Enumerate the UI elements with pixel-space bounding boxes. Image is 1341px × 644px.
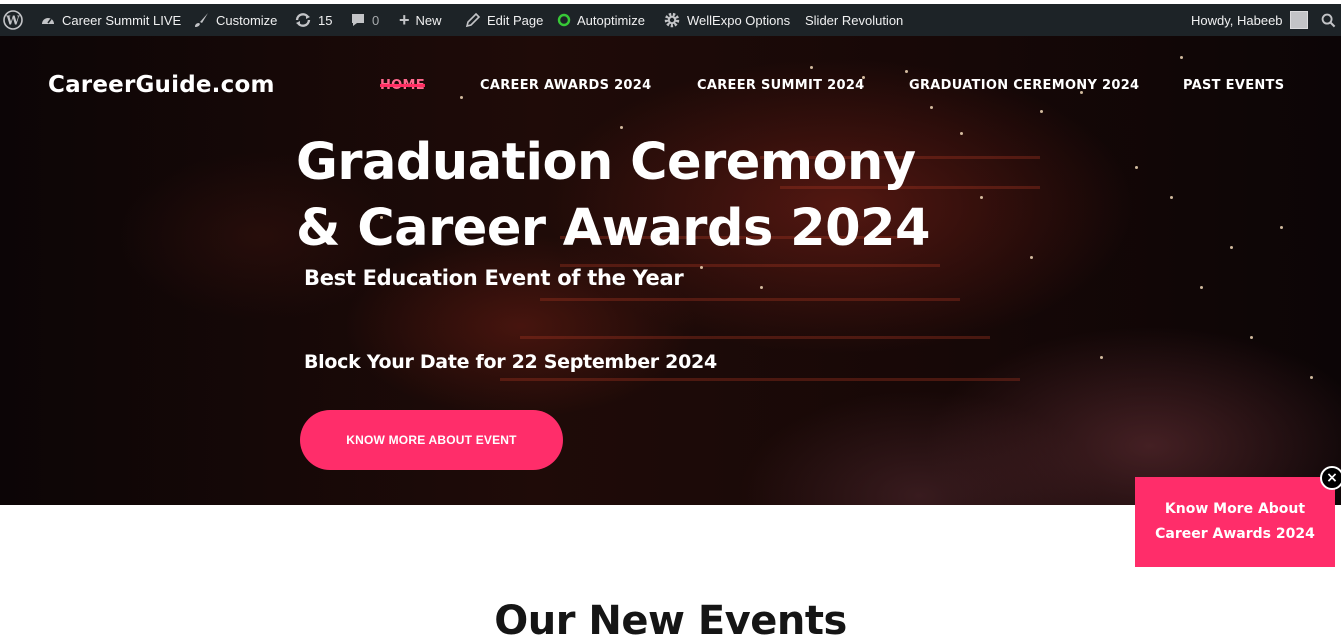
comments-link[interactable]: 0 [350,4,379,36]
hero-title-line1: Graduation Ceremony [296,133,916,192]
comments-count: 0 [372,12,380,28]
plus-icon: + [399,10,410,30]
updates-icon [294,12,312,28]
hero-date-text: Block Your Date for 22 September 2024 [304,351,717,373]
dashboard-icon [40,12,56,28]
popup-line2: Career Awards 2024 [1155,526,1315,542]
comment-icon [350,12,366,28]
edit-page-link[interactable]: Edit Page [465,4,543,36]
hero-subtitle: Best Education Event of the Year [304,266,684,290]
popup-close-icon[interactable]: × [1320,466,1341,490]
customize-label: Customize [216,12,278,28]
wordpress-logo-icon[interactable]: W [3,4,23,36]
user-account-menu[interactable]: Howdy, Habeeb [1191,4,1308,36]
wellexpo-label: WellExpo Options [687,12,791,28]
site-logo[interactable]: CareerGuide.com [48,72,275,98]
hero-title: Graduation Ceremony & Career Awards 2024 [296,130,996,262]
site-name-label: Career Summit LIVE [62,12,182,28]
new-label: New [415,12,442,28]
customize-link[interactable]: Customize [194,4,277,36]
gear-icon [663,11,681,29]
updates-count: 15 [318,12,333,28]
brush-icon [194,12,210,28]
admin-bar: W Career Summit LIVE Customize 15 0 + Ne… [0,4,1341,36]
site-name-menu[interactable]: Career Summit LIVE [40,4,181,36]
nav-career-summit-2024[interactable]: CAREER SUMMIT 2024 [697,78,865,93]
edit-page-label: Edit Page [487,12,544,28]
section-title: Our New Events [494,598,847,644]
status-circle-icon [557,13,571,27]
updates-link[interactable]: 15 [294,4,332,36]
nav-career-awards-2024[interactable]: CAREER AWARDS 2024 [480,78,651,93]
pencil-icon [465,12,481,28]
new-content-link[interactable]: + New [399,4,442,36]
autoptimize-label: Autoptimize [577,12,645,28]
popup-line1: Know More About [1164,501,1306,517]
admin-search-icon[interactable] [1321,4,1336,36]
know-more-event-button[interactable]: KNOW MORE ABOUT EVENT [300,410,563,470]
nav-past-events[interactable]: PAST EVENTS [1183,78,1284,93]
slider-revolution-menu[interactable]: Slider Revolution [805,4,903,36]
autoptimize-menu[interactable]: Autoptimize [557,4,645,36]
nav-graduation-ceremony-2024[interactable]: GRADUATION CEREMONY 2024 [909,78,1139,93]
hero-title-line2: & Career Awards 2024 [296,199,931,258]
nav-home[interactable]: HOME [380,78,425,93]
svg-text:W: W [5,14,20,28]
career-awards-popup[interactable]: Know More About Career Awards 2024 [1135,477,1335,567]
slider-revolution-label: Slider Revolution [805,12,904,28]
wellexpo-options-menu[interactable]: WellExpo Options [663,4,790,36]
howdy-label: Howdy, Habeeb [1191,12,1283,28]
avatar [1289,11,1308,29]
